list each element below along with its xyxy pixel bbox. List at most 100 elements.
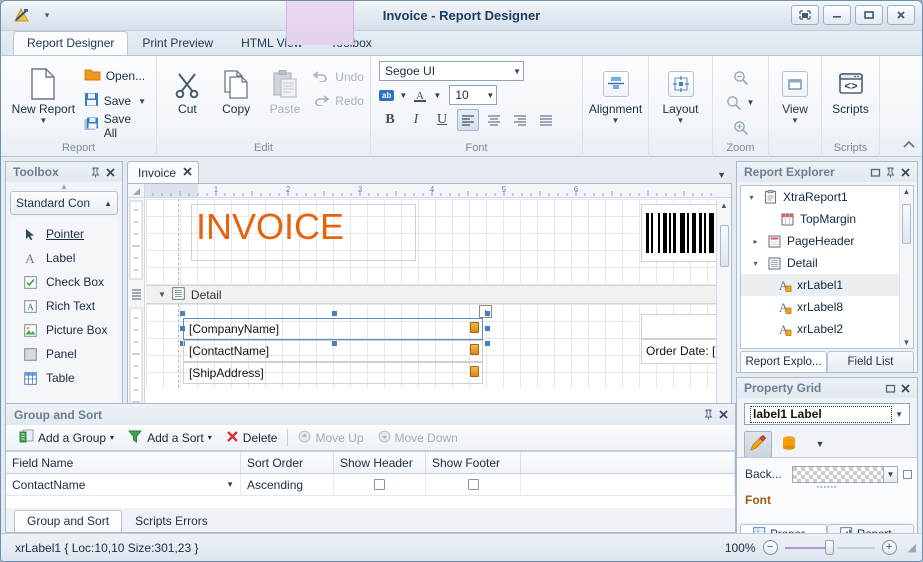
align-justify-button[interactable] xyxy=(535,109,557,131)
property-grid-object-combo[interactable]: label1 Label ▼ xyxy=(744,403,910,425)
tree-node-xrlabel2[interactable]: A xrLabel2 xyxy=(741,318,913,340)
alignment-button[interactable]: Alignment ▼ xyxy=(589,61,642,125)
scroll-up-icon[interactable]: ▲ xyxy=(720,199,728,210)
backcolor-swatch[interactable]: ▼ xyxy=(792,465,898,483)
data-tab-button[interactable] xyxy=(775,431,803,457)
tab-toolbox[interactable]: Toolbox xyxy=(316,31,385,55)
zoom-out-button[interactable]: − xyxy=(762,540,778,555)
save-button[interactable]: Save ▼ xyxy=(80,90,150,112)
close-icon[interactable] xyxy=(183,166,192,179)
close-icon[interactable] xyxy=(898,165,913,180)
bold-button[interactable]: B xyxy=(379,109,401,131)
vertical-scroll-thumb[interactable] xyxy=(719,225,729,267)
cell-sort-order[interactable]: Ascending xyxy=(241,474,334,495)
toolbox-item-label[interactable]: A Label xyxy=(10,246,118,270)
view-button[interactable]: View ▼ xyxy=(775,61,815,125)
chevron-down-icon[interactable]: ▾ xyxy=(749,259,762,268)
copy-button[interactable]: Copy xyxy=(212,61,261,116)
zoom-slider[interactable] xyxy=(784,540,875,555)
float-icon[interactable] xyxy=(868,165,883,180)
chevron-down-icon[interactable]: ▾ xyxy=(745,193,758,202)
add-sort-button[interactable]: Add a Sort ▾ xyxy=(121,427,219,449)
scripts-button[interactable]: <> Scripts xyxy=(828,61,873,116)
toolbox-scroll-up[interactable]: ▲ xyxy=(6,182,122,191)
column-header-show-header[interactable]: Show Header xyxy=(334,452,426,473)
cell-field-name[interactable]: ContactName ▼ xyxy=(6,474,241,495)
redo-button[interactable]: Redo xyxy=(309,93,364,109)
layout-button[interactable]: Layout ▼ xyxy=(655,61,706,125)
delete-button[interactable]: Delete xyxy=(219,427,285,449)
underline-button[interactable]: U xyxy=(431,109,453,131)
table-row[interactable]: ContactName ▼ Ascending xyxy=(6,474,735,496)
close-icon[interactable] xyxy=(898,381,913,396)
toolbox-item-checkbox[interactable]: Check Box xyxy=(10,270,118,294)
property-grid-more-button[interactable]: ▼ xyxy=(806,431,834,457)
float-icon[interactable] xyxy=(883,381,898,396)
tree-node-xrlabel8[interactable]: A xrLabel8 xyxy=(741,296,913,318)
zoom-in-button[interactable] xyxy=(733,115,749,140)
band-collapse-icon[interactable]: ▼ xyxy=(158,290,166,299)
move-up-button[interactable]: Move Up xyxy=(291,427,370,449)
toolbox-item-richtext[interactable]: A Rich Text xyxy=(10,294,118,318)
zoom-in-button[interactable]: + xyxy=(881,540,897,555)
tab-print-preview[interactable]: Print Preview xyxy=(128,31,227,55)
pin-icon[interactable] xyxy=(701,407,716,422)
italic-button[interactable]: I xyxy=(405,109,427,131)
font-size-combo[interactable]: 10 ▼ xyxy=(449,85,498,105)
resize-grip-icon[interactable]: ◢ xyxy=(904,541,916,554)
open-button[interactable]: Open... xyxy=(80,65,150,87)
document-tab-invoice[interactable]: Invoice xyxy=(127,161,200,183)
toolbox-item-picturebox[interactable]: Picture Box xyxy=(10,318,118,342)
tree-node-xtrareport1[interactable]: ▾ XtraReport1 xyxy=(741,186,913,208)
column-header-show-footer[interactable]: Show Footer xyxy=(426,452,521,473)
add-group-button[interactable]: Add a Group ▾ xyxy=(12,427,121,449)
cut-button[interactable]: Cut xyxy=(163,61,212,116)
cell-show-header[interactable] xyxy=(334,474,426,495)
highlight-chevron-down-icon[interactable]: ▼ xyxy=(398,91,408,100)
property-row-backcolor[interactable]: Back... ▼ xyxy=(737,464,917,484)
tab-report-explorer[interactable]: Report Explo... xyxy=(740,351,827,372)
band-header-detail[interactable]: ▼ Detail xyxy=(146,285,731,304)
tab-scripts-errors[interactable]: Scripts Errors xyxy=(122,510,221,532)
zoom-level-button[interactable]: ▼ xyxy=(726,90,756,115)
tab-html-view[interactable]: HTML View xyxy=(227,31,316,55)
pin-icon[interactable] xyxy=(88,165,103,180)
show-header-checkbox[interactable] xyxy=(374,479,385,490)
chevron-down-icon[interactable]: ▾ xyxy=(208,433,212,442)
tree-node-pageheader[interactable]: ▸ PageHeader xyxy=(741,230,913,252)
restore-window-button[interactable] xyxy=(791,5,819,25)
property-expand-box[interactable] xyxy=(903,469,912,479)
collapse-ribbon-button[interactable] xyxy=(902,139,916,154)
column-header-field-name[interactable]: Field Name xyxy=(6,452,241,473)
report-explorer-tree[interactable]: ▾ XtraReport1 TopMargin ▸ PageHeader ▾ D… xyxy=(740,185,914,349)
tab-field-list[interactable]: Field List xyxy=(827,351,914,372)
invoice-title-control[interactable]: INVOICE xyxy=(191,204,416,261)
undo-button[interactable]: Undo xyxy=(309,69,364,85)
toolbox-item-table[interactable]: Table xyxy=(10,366,118,390)
font-color-chevron-down-icon[interactable]: ▼ xyxy=(432,91,442,100)
chevron-down-icon[interactable]: ▼ xyxy=(226,480,234,489)
tree-node-xrlabel1[interactable]: A xrLabel1 xyxy=(741,274,913,296)
toolbox-group-standard-controls[interactable]: Standard Con ▲ xyxy=(10,191,118,215)
align-center-button[interactable] xyxy=(483,109,505,131)
show-footer-checkbox[interactable] xyxy=(467,479,479,490)
close-icon[interactable] xyxy=(103,165,118,180)
scroll-down-icon[interactable]: ▼ xyxy=(903,338,911,347)
align-right-button[interactable] xyxy=(509,109,531,131)
zoom-out-button[interactable] xyxy=(733,65,749,90)
chevron-down-icon[interactable]: ▾ xyxy=(110,433,114,442)
close-window-button[interactable] xyxy=(887,5,915,25)
pin-icon[interactable] xyxy=(883,165,898,180)
tab-report-designer[interactable]: Report Designer xyxy=(13,31,129,55)
cell-show-footer[interactable] xyxy=(426,474,521,495)
maximize-window-button[interactable] xyxy=(855,5,883,25)
close-icon[interactable] xyxy=(716,407,731,422)
save-all-button[interactable]: Save All xyxy=(80,112,150,140)
new-report-button[interactable]: New Report ▼ xyxy=(7,61,80,125)
highlight-color-icon[interactable]: ab xyxy=(379,89,395,101)
band-detail[interactable]: [CompanyName] › [ContactName] xyxy=(146,304,731,388)
document-tabs-menu-icon[interactable]: ▼ xyxy=(717,170,726,180)
move-down-button[interactable]: Move Down xyxy=(371,427,465,449)
tree-scroll-thumb[interactable] xyxy=(902,204,911,244)
toolbox-item-panel[interactable]: Panel xyxy=(10,342,118,366)
